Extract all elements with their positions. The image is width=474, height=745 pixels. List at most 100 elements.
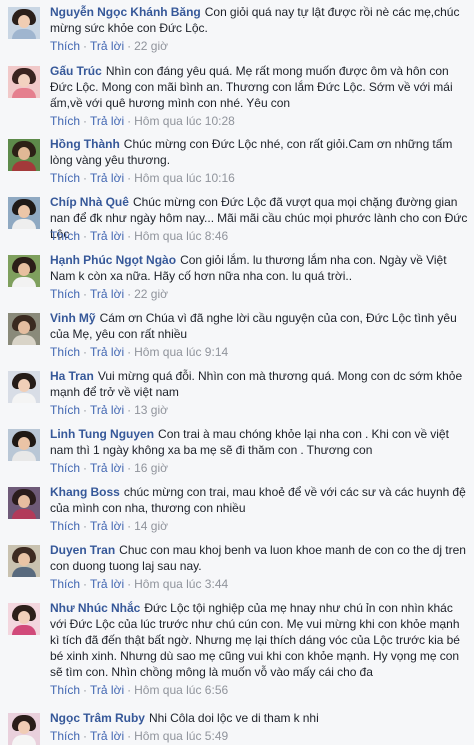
reply-link[interactable]: Trả lời — [90, 39, 124, 53]
avatar[interactable] — [8, 255, 40, 287]
comment-timestamp[interactable]: Hôm qua lúc 8:46 — [134, 229, 228, 243]
avatar-face — [18, 263, 30, 276]
avatar-body — [12, 567, 36, 577]
comment-body: Duyen Tran Chuc con mau khoj benh va luon… — [50, 542, 468, 574]
avatar[interactable] — [8, 371, 40, 403]
comment-actions: Thích · Trả lời · Hôm qua lúc 6:56 — [50, 682, 228, 698]
reply-link[interactable]: Trả lời — [90, 683, 124, 697]
avatar-body — [12, 451, 36, 461]
separator-dot: · — [83, 39, 88, 53]
separator-dot: · — [127, 114, 132, 128]
separator-dot: · — [127, 683, 132, 697]
avatar-body — [12, 335, 36, 345]
reply-link[interactable]: Trả lời — [90, 114, 124, 128]
avatar[interactable] — [8, 313, 40, 345]
reply-link[interactable]: Trả lời — [90, 461, 124, 475]
separator-dot: · — [127, 287, 132, 301]
comment-author[interactable]: Như Nhúc Nhắc — [50, 601, 140, 615]
avatar[interactable] — [8, 197, 40, 229]
comment-actions: Thích · Trả lời · Hôm qua lúc 5:49 — [50, 728, 228, 744]
reply-link[interactable]: Trả lời — [90, 171, 124, 185]
avatar[interactable] — [8, 487, 40, 519]
comment-author[interactable]: Khang Boss — [50, 485, 120, 499]
comment-body: Ha Tran Vui mừng quá đỗi. Nhìn con mà thư… — [50, 368, 468, 400]
comment-timestamp[interactable]: Hôm qua lúc 3:44 — [134, 577, 228, 591]
reply-link[interactable]: Trả lời — [90, 287, 124, 301]
comment-author[interactable]: Ngọc Trâm Ruby — [50, 711, 145, 725]
like-link[interactable]: Thích — [50, 345, 80, 359]
avatar[interactable] — [8, 429, 40, 461]
avatar[interactable] — [8, 66, 40, 98]
comment-timestamp[interactable]: Hôm qua lúc 10:28 — [134, 114, 235, 128]
separator-dot: · — [83, 403, 88, 417]
comment-timestamp[interactable]: 13 giờ — [134, 403, 168, 417]
like-link[interactable]: Thích — [50, 287, 80, 301]
reply-link[interactable]: Trả lời — [90, 229, 124, 243]
avatar-body — [12, 625, 36, 635]
avatar[interactable] — [8, 139, 40, 171]
separator-dot: · — [83, 229, 88, 243]
avatar-face — [18, 721, 30, 734]
comment-timestamp[interactable]: Hôm qua lúc 9:14 — [134, 345, 228, 359]
comment-timestamp[interactable]: Hôm qua lúc 6:56 — [134, 683, 228, 697]
comment-timestamp[interactable]: 22 giờ — [134, 287, 168, 301]
avatar[interactable] — [8, 7, 40, 39]
comment-timestamp[interactable]: 16 giờ — [134, 461, 168, 475]
like-link[interactable]: Thích — [50, 729, 80, 743]
avatar-face — [18, 553, 30, 566]
comment-body: Vinh Mỹ Cám ơn Chúa vì đã nghe lời cầu ng… — [50, 310, 468, 342]
comment-text: Nhi Côla doi lộc ve di tham k nhi — [148, 711, 319, 725]
comment-author[interactable]: Duyen Tran — [50, 543, 115, 557]
like-link[interactable]: Thích — [50, 577, 80, 591]
comment-timestamp[interactable]: 14 giờ — [134, 519, 168, 533]
separator-dot: · — [83, 729, 88, 743]
like-link[interactable]: Thích — [50, 403, 80, 417]
like-link[interactable]: Thích — [50, 461, 80, 475]
reply-link[interactable]: Trả lời — [90, 403, 124, 417]
like-link[interactable]: Thích — [50, 229, 80, 243]
like-link[interactable]: Thích — [50, 39, 80, 53]
separator-dot: · — [83, 461, 88, 475]
avatar-face — [18, 15, 30, 28]
like-link[interactable]: Thích — [50, 171, 80, 185]
reply-link[interactable]: Trả lời — [90, 729, 124, 743]
comment-actions: Thích · Trả lời · Hôm qua lúc 10:28 — [50, 113, 235, 129]
comment-timestamp[interactable]: Hôm qua lúc 5:49 — [134, 729, 228, 743]
like-link[interactable]: Thích — [50, 683, 80, 697]
comment-author[interactable]: Ha Tran — [50, 369, 94, 383]
comment-actions: Thích · Trả lời · 22 giờ — [50, 286, 168, 302]
comment-body: Như Nhúc Nhắc Đức Lộc tội nghiệp của mẹ h… — [50, 600, 468, 680]
avatar[interactable] — [8, 545, 40, 577]
reply-link[interactable]: Trả lời — [90, 577, 124, 591]
separator-dot: · — [127, 345, 132, 359]
comment-actions: Thích · Trả lời · 13 giờ — [50, 402, 168, 418]
separator-dot: · — [83, 171, 88, 185]
comment-timestamp[interactable]: Hôm qua lúc 10:16 — [134, 171, 235, 185]
comment-author[interactable]: Nguyễn Ngọc Khánh Băng — [50, 5, 201, 19]
separator-dot: · — [127, 729, 132, 743]
comment-body: Hạnh Phúc Ngọt Ngào Con giỏi lắm. lu thươ… — [50, 252, 468, 284]
comment-author[interactable]: Linh Tung Nguyen — [50, 427, 154, 441]
comment-timestamp[interactable]: 22 giờ — [134, 39, 168, 53]
comment-text: Cám ơn Chúa vì đã nghe lời cầu nguyện củ… — [50, 311, 457, 341]
comment-author[interactable]: Chíp Nhà Quê — [50, 195, 129, 209]
like-link[interactable]: Thích — [50, 114, 80, 128]
reply-link[interactable]: Trả lời — [90, 519, 124, 533]
like-link[interactable]: Thích — [50, 519, 80, 533]
comment-author[interactable]: Gấu Trúc — [50, 64, 102, 78]
comment-author[interactable]: Hồng Thành — [50, 137, 120, 151]
reply-link[interactable]: Trả lời — [90, 345, 124, 359]
comment-author[interactable]: Hạnh Phúc Ngọt Ngào — [50, 253, 176, 267]
avatar-face — [18, 147, 30, 160]
comment-author[interactable]: Vinh Mỹ — [50, 311, 96, 325]
comment-text: Vui mừng quá đỗi. Nhìn con mà thương quá… — [50, 369, 463, 399]
avatar[interactable] — [8, 713, 40, 745]
avatar[interactable] — [8, 603, 40, 635]
avatar-face — [18, 611, 30, 624]
separator-dot: · — [127, 229, 132, 243]
separator-dot: · — [127, 39, 132, 53]
avatar-body — [12, 393, 36, 403]
avatar-body — [12, 161, 36, 171]
avatar-face — [18, 321, 30, 334]
avatar-face — [18, 205, 30, 218]
